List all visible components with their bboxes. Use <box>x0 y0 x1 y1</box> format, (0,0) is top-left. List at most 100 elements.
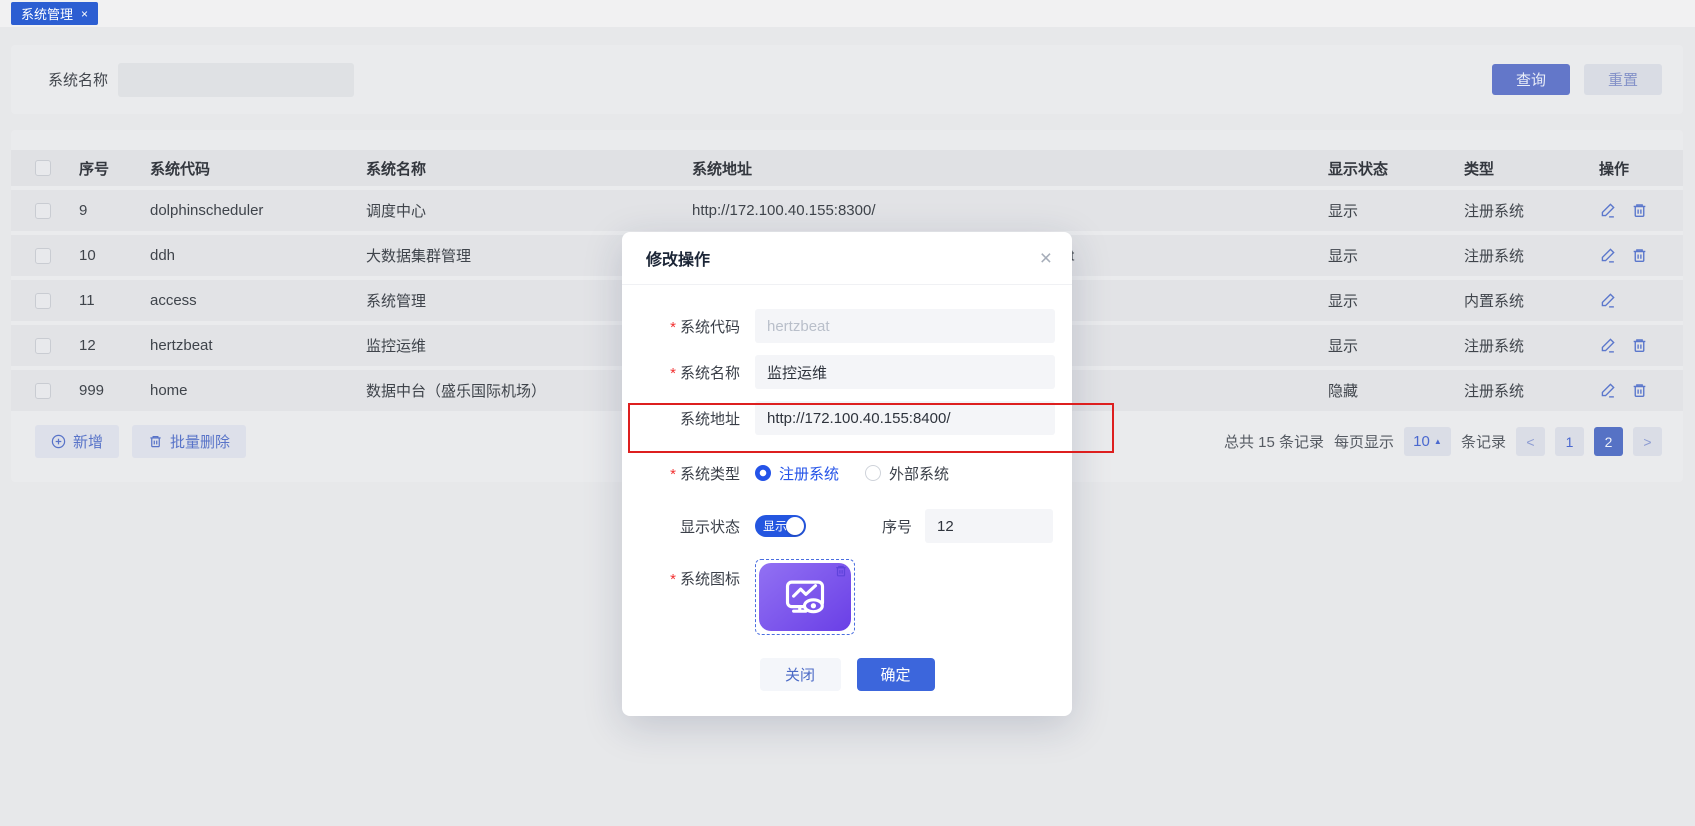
row-checkbox[interactable] <box>35 203 51 219</box>
cell-address: http://172.100.40.155:8300/ <box>692 202 1328 219</box>
form-row-name: *系统名称 <box>622 355 1072 389</box>
cell-code: dolphinscheduler <box>150 202 366 219</box>
cell-code: access <box>150 292 366 309</box>
cell-code: home <box>150 382 366 399</box>
edit-row-button[interactable] <box>1599 247 1616 264</box>
header-seq: 序号 <box>79 158 150 179</box>
system-name-input[interactable] <box>118 63 354 97</box>
cell-type: 注册系统 <box>1464 245 1599 266</box>
cell-seq: 10 <box>79 247 150 264</box>
delete-row-button[interactable] <box>1631 337 1648 354</box>
edit-row-button[interactable] <box>1599 202 1616 219</box>
radio-selected-icon <box>755 465 771 481</box>
per-page-label: 每页显示 <box>1334 431 1394 452</box>
page-size-select[interactable]: 10 ▲ <box>1404 427 1451 456</box>
cell-type: 内置系统 <box>1464 290 1599 311</box>
cell-type: 注册系统 <box>1464 380 1599 401</box>
header-type: 类型 <box>1464 158 1599 179</box>
cell-seq: 12 <box>79 337 150 354</box>
edit-modal: 修改操作 × *系统代码 *系统名称 系统地址 *系统类型 注册系统 <box>622 232 1072 716</box>
type-radio-group: 注册系统 外部系统 <box>755 463 949 484</box>
header-address: 系统地址 <box>692 158 1328 179</box>
modal-header: 修改操作 × <box>622 232 1072 285</box>
pencil-icon <box>1599 247 1616 264</box>
form-row-type: *系统类型 注册系统 外部系统 <box>622 457 1072 489</box>
form-row-display-status: 显示状态 显示 序号 <box>622 509 1072 543</box>
toggle-knob <box>786 517 804 535</box>
cell-status: 显示 <box>1328 290 1464 311</box>
table-header-row: 序号 系统代码 系统名称 系统地址 显示状态 类型 操作 <box>11 150 1683 186</box>
address-label: 系统地址 <box>680 411 740 428</box>
address-input[interactable] <box>755 401 1055 435</box>
required-mark: * <box>670 319 676 336</box>
code-input[interactable] <box>755 309 1055 343</box>
form-row-code: *系统代码 <box>622 309 1072 343</box>
edit-row-button[interactable] <box>1599 337 1616 354</box>
display-status-toggle[interactable]: 显示 <box>755 515 806 537</box>
seq-input[interactable] <box>925 509 1053 543</box>
page-1-button[interactable]: 1 <box>1555 427 1584 456</box>
seq-label: 序号 <box>854 516 912 537</box>
batch-delete-button[interactable]: 批量删除 <box>132 425 246 458</box>
required-mark: * <box>670 466 676 483</box>
modal-body: *系统代码 *系统名称 系统地址 *系统类型 注册系统 外部系统 <box>622 285 1072 691</box>
cell-status: 显示 <box>1328 200 1464 221</box>
edit-row-button[interactable] <box>1599 382 1616 399</box>
pencil-icon <box>1599 337 1616 354</box>
header-actions: 操作 <box>1599 158 1683 179</box>
pencil-icon <box>1599 202 1616 219</box>
page-2-button[interactable]: 2 <box>1594 427 1623 456</box>
delete-row-button[interactable] <box>1631 202 1648 219</box>
modal-close-icon[interactable]: × <box>1040 248 1052 269</box>
radio-registered-system[interactable]: 注册系统 <box>755 463 839 484</box>
code-label: 系统代码 <box>680 319 740 336</box>
confirm-button[interactable]: 确定 <box>857 658 935 691</box>
delete-row-button[interactable] <box>1631 247 1648 264</box>
total-records-text: 总共 15 条记录 <box>1224 431 1324 452</box>
tab-close-icon[interactable]: × <box>81 8 88 20</box>
prev-page-button[interactable]: < <box>1516 427 1545 456</box>
cell-status: 隐藏 <box>1328 380 1464 401</box>
table-row: 9 dolphinscheduler 调度中心 http://172.100.4… <box>11 190 1683 231</box>
cell-code: hertzbeat <box>150 337 366 354</box>
name-input[interactable] <box>755 355 1055 389</box>
select-all-checkbox[interactable] <box>35 160 51 176</box>
modal-title: 修改操作 <box>646 246 710 270</box>
remove-icon-trash-icon[interactable] <box>834 564 848 578</box>
add-button[interactable]: 新增 <box>35 425 119 458</box>
radio-external-system[interactable]: 外部系统 <box>865 463 949 484</box>
display-status-label: 显示状态 <box>680 519 740 536</box>
cell-type: 注册系统 <box>1464 200 1599 221</box>
row-checkbox[interactable] <box>35 293 51 309</box>
query-button[interactable]: 查询 <box>1492 64 1570 95</box>
form-row-address: 系统地址 <box>622 401 1072 435</box>
tab-system-management[interactable]: 系统管理 × <box>11 2 98 25</box>
row-checkbox[interactable] <box>35 383 51 399</box>
header-name: 系统名称 <box>366 158 692 179</box>
close-button[interactable]: 关闭 <box>760 658 841 691</box>
system-icon-upload[interactable] <box>755 559 855 635</box>
delete-row-button[interactable] <box>1631 382 1648 399</box>
cell-status: 显示 <box>1328 245 1464 266</box>
system-icon-label: 系统图标 <box>680 571 740 588</box>
radio-unselected-icon <box>865 465 881 481</box>
records-unit-label: 条记录 <box>1461 431 1506 452</box>
modal-footer: 关闭 确定 <box>622 658 1072 691</box>
trash-icon <box>148 434 163 449</box>
reset-button[interactable]: 重置 <box>1584 64 1662 95</box>
pagination: 总共 15 条记录 每页显示 10 ▲ 条记录 < 1 2 > <box>1224 427 1662 456</box>
name-label: 系统名称 <box>680 365 740 382</box>
cell-code: ddh <box>150 247 366 264</box>
trash-icon <box>1631 247 1648 264</box>
row-checkbox[interactable] <box>35 248 51 264</box>
cell-status: 显示 <box>1328 335 1464 356</box>
form-row-icon: *系统图标 <box>622 559 1072 635</box>
cell-seq: 9 <box>79 202 150 219</box>
row-checkbox[interactable] <box>35 338 51 354</box>
next-page-button[interactable]: > <box>1633 427 1662 456</box>
cell-type: 注册系统 <box>1464 335 1599 356</box>
trash-icon <box>1631 202 1648 219</box>
pencil-icon <box>1599 292 1616 309</box>
plus-circle-icon <box>51 434 66 449</box>
edit-row-button[interactable] <box>1599 292 1616 309</box>
